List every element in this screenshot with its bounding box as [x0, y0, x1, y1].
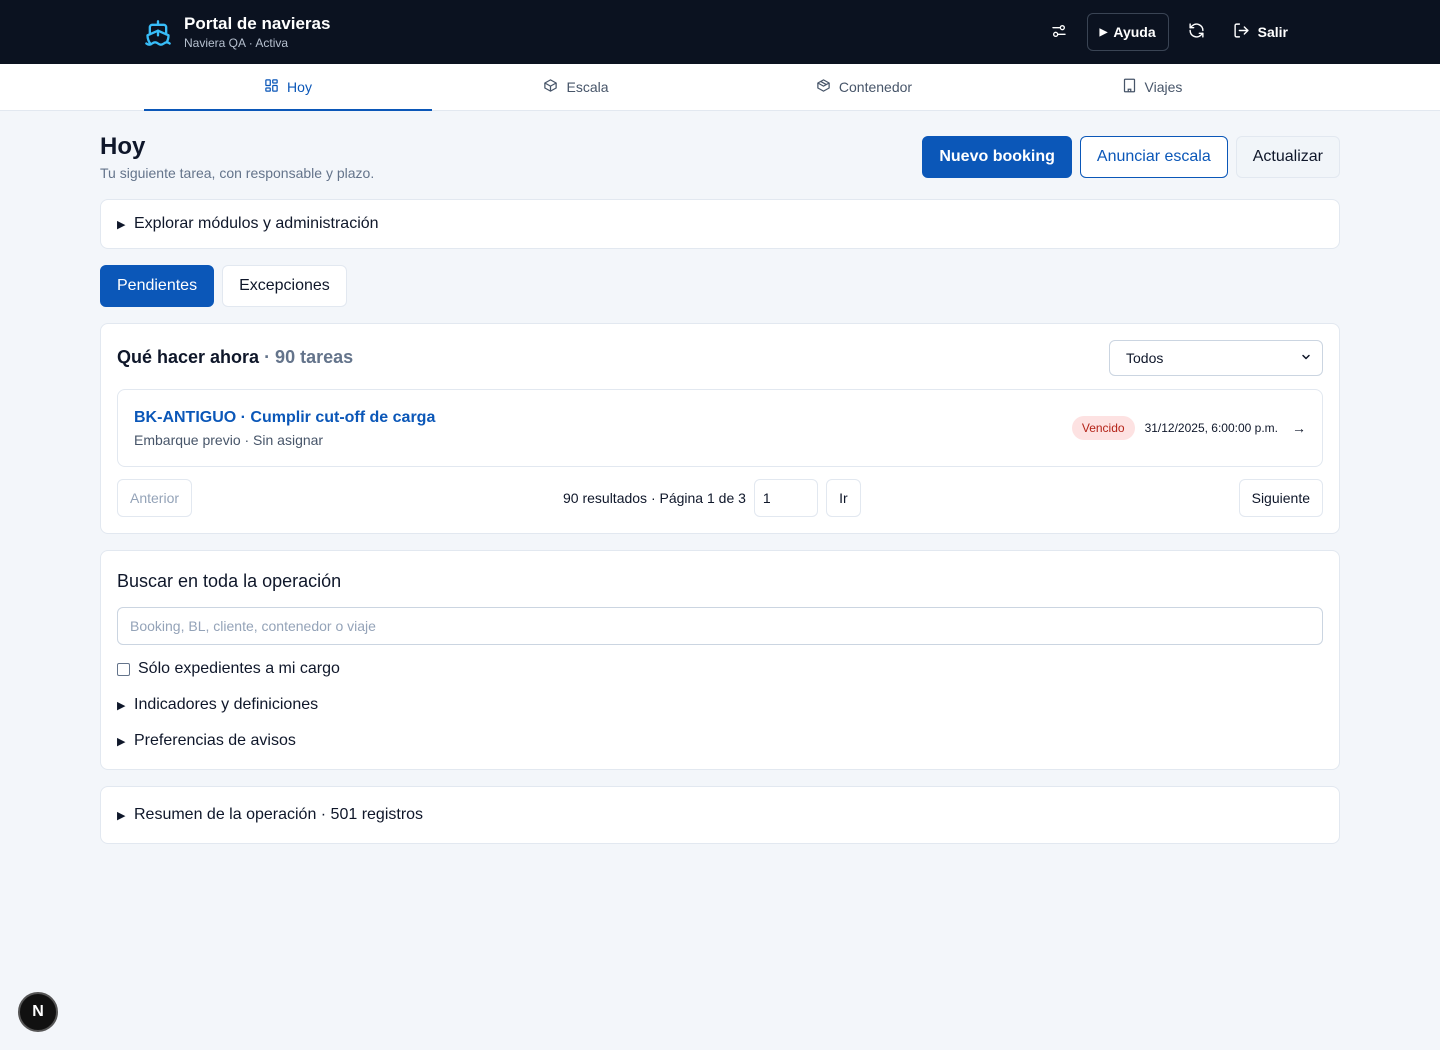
operation-summary-toggle[interactable]: ▶ Resumen de la operación · 501 registro… — [117, 806, 423, 824]
page-subtitle: Tu siguiente tarea, con responsable y pl… — [100, 165, 375, 181]
caret-right-icon: ▶ — [117, 218, 126, 231]
tab-contenedor-label: Contenedor — [838, 79, 913, 95]
previous-page-button[interactable]: Anterior — [117, 479, 193, 517]
dev-tools-badge[interactable]: N — [18, 992, 58, 1032]
only-mine-label: Sólo expedientes a mi cargo — [138, 660, 340, 677]
sliders-button[interactable] — [1043, 16, 1075, 48]
notifications-label: Preferencias de avisos — [134, 732, 296, 749]
tab-escala[interactable]: Escala — [432, 64, 720, 110]
pagination-summary: 90 resultados · Página 1 de 3 — [563, 490, 746, 506]
app-subtitle: Naviera QA · Activa — [184, 36, 289, 50]
tab-viajes-label: Viajes — [1144, 79, 1183, 95]
main-nav: Hoy Escala Contenedor Viajes — [0, 64, 1440, 111]
search-title: Buscar en toda la operación — [117, 571, 342, 591]
logout-icon — [1233, 22, 1250, 42]
new-booking-button[interactable]: Nuevo booking — [922, 136, 1072, 178]
notifications-toggle[interactable]: ▶ Preferencias de avisos — [117, 732, 1323, 750]
tab-contenedor[interactable]: Contenedor — [720, 64, 1008, 110]
tasks-title: Qué hacer ahora · 90 tareas — [117, 347, 353, 368]
tasks-card: Qué hacer ahora · 90 tareas Todos BK-ANT… — [100, 323, 1340, 534]
operation-summary-card: ▶ Resumen de la operación · 501 registro… — [100, 786, 1340, 844]
tab-viajes[interactable]: Viajes — [1008, 64, 1296, 110]
explore-modules-toggle[interactable]: ▶ Explorar módulos y administración — [117, 215, 379, 233]
pending-tab-button[interactable]: Pendientes — [100, 265, 215, 307]
explore-modules-card: ▶ Explorar módulos y administración — [100, 199, 1340, 249]
page-number-input[interactable]: 1 — [753, 479, 818, 517]
tasks-header: Qué hacer ahora · 90 tareas Todos — [117, 340, 1323, 376]
building-icon — [1122, 78, 1137, 96]
refresh-icon — [1188, 22, 1205, 42]
caret-right-icon: ▶ — [117, 735, 126, 748]
search-input[interactable] — [117, 607, 1323, 645]
announce-call-button[interactable]: Anunciar escala — [1079, 136, 1228, 178]
caret-right-icon: ▶ — [117, 809, 126, 822]
exceptions-tab-button[interactable]: Excepciones — [222, 265, 347, 307]
pagination-center: 90 resultados · Página 1 de 3 1 Ir — [563, 479, 861, 517]
status-badge: Vencido — [1071, 416, 1135, 440]
main-content: Hoy Tu siguiente tarea, con responsable … — [100, 111, 1340, 844]
search-card: Buscar en toda la operación Sólo expedie… — [100, 550, 1340, 770]
task-status-group: Vencido 31/12/2025, 6:00:00 p.m. → — [1071, 416, 1306, 440]
indicators-label: Indicadores y definiciones — [134, 696, 319, 713]
tab-hoy[interactable]: Hoy — [144, 64, 432, 111]
logout-button[interactable]: Salir — [1225, 22, 1296, 42]
go-page-button[interactable]: Ir — [825, 479, 861, 517]
grid-icon — [264, 78, 279, 96]
next-page-button[interactable]: Siguiente — [1238, 479, 1323, 517]
help-label: Ayuda — [1113, 24, 1156, 40]
page-header: Hoy Tu siguiente tarea, con responsable … — [100, 111, 1340, 199]
ship-icon — [144, 19, 172, 47]
page-title: Hoy — [100, 133, 146, 160]
tasks-count: · 90 tareas — [259, 347, 354, 367]
task-due-date: 31/12/2025, 6:00:00 p.m. — [1144, 421, 1278, 435]
refresh-page-button[interactable]: Actualizar — [1235, 136, 1340, 178]
page-actions: Nuevo booking Anunciar escala Actualizar — [922, 136, 1340, 178]
sliders-icon — [1051, 23, 1067, 42]
caret-right-icon: ▶ — [117, 699, 126, 712]
refresh-button[interactable] — [1181, 16, 1213, 48]
logout-label: Salir — [1257, 24, 1288, 40]
brand[interactable]: Portal de navieras Naviera QA · Activa — [144, 14, 330, 51]
operation-summary-label: Resumen de la operación · 501 registros — [134, 806, 424, 823]
explore-modules-label: Explorar módulos y administración — [134, 215, 379, 232]
help-button[interactable]: ▶ Ayuda — [1086, 13, 1169, 51]
app-title: Portal de navieras — [184, 14, 331, 33]
only-mine-checkbox[interactable] — [117, 662, 130, 676]
tasks-filter-select[interactable]: Todos — [1109, 340, 1323, 376]
tasks-filter-value: Todos — [1126, 350, 1164, 366]
chevron-down-icon — [1300, 350, 1312, 366]
arrow-right-icon: → — [1292, 420, 1306, 436]
tasks-title-text: Qué hacer ahora — [117, 347, 260, 367]
play-icon: ▶ — [1099, 26, 1108, 38]
only-mine-row: Sólo expedientes a mi cargo — [117, 660, 1323, 678]
segment-control: Pendientes Excepciones — [100, 265, 1340, 307]
task-title-link[interactable]: BK-ANTIGUO · Cumplir cut-off de carga — [134, 409, 435, 427]
tab-escala-label: Escala — [566, 79, 609, 95]
task-meta: Embarque previo · Sin asignar — [134, 432, 324, 448]
pagination: Anterior 90 resultados · Página 1 de 3 1… — [117, 479, 1323, 517]
top-bar: Portal de navieras Naviera QA · Activa ▶… — [0, 0, 1440, 64]
container-icon — [816, 78, 831, 96]
tab-hoy-label: Hoy — [287, 79, 312, 95]
task-item[interactable]: BK-ANTIGUO · Cumplir cut-off de carga Em… — [117, 389, 1323, 467]
top-actions: ▶ Ayuda Salir — [1043, 13, 1296, 51]
box-icon — [543, 78, 558, 96]
indicators-toggle[interactable]: ▶ Indicadores y definiciones — [117, 696, 1323, 714]
